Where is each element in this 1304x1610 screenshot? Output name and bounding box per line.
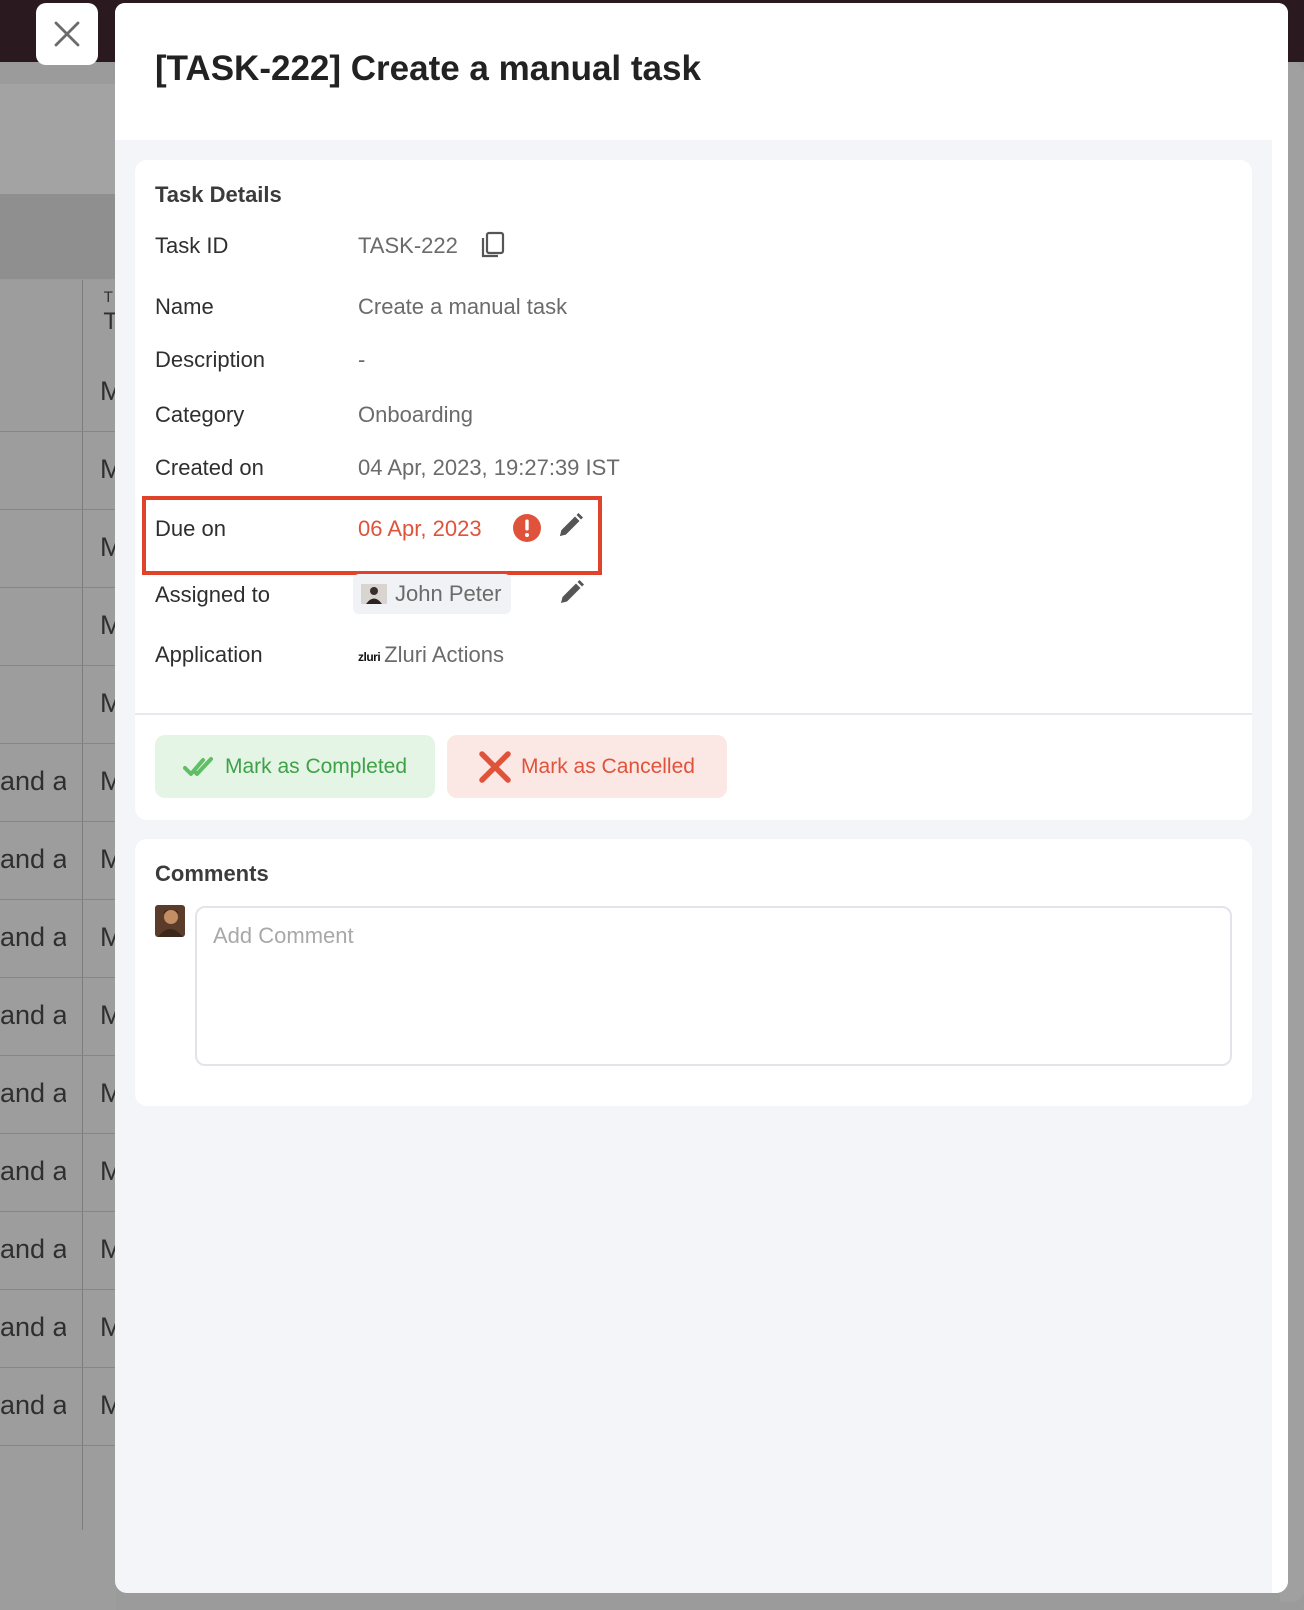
background-table-row: and a M xyxy=(0,976,116,1056)
comments-card: Comments xyxy=(135,839,1252,1106)
name-label: Name xyxy=(155,294,214,319)
background-cell: M xyxy=(100,610,116,640)
background-cell: M xyxy=(100,376,116,406)
close-icon xyxy=(54,21,80,47)
background-cell: M xyxy=(100,454,116,484)
background-table-row: M xyxy=(0,352,116,432)
task-details-heading: Task Details xyxy=(155,182,282,207)
background-band xyxy=(0,194,116,279)
background-cell: M xyxy=(100,1156,116,1186)
background-cell: and a xyxy=(0,1078,66,1108)
created-label: Created on xyxy=(155,455,264,480)
avatar xyxy=(361,584,387,604)
assignee-chip[interactable]: John Peter xyxy=(353,574,512,614)
background-cell: and a xyxy=(0,1390,66,1420)
name-row: Name Create a manual task xyxy=(155,294,1155,324)
task-id-value: TASK-222 xyxy=(358,233,458,258)
background-cell: and a xyxy=(0,1000,66,1030)
page-title: [TASK-222] Create a manual task xyxy=(155,49,701,88)
assigned-label: Assigned to xyxy=(155,582,270,607)
background-table-row: M xyxy=(0,664,116,744)
background-table-row: M xyxy=(0,586,116,666)
background-cell: M xyxy=(100,922,116,952)
background-band xyxy=(0,84,116,194)
background-table-row: and a M xyxy=(0,1132,116,1212)
task-id-label: Task ID xyxy=(155,233,229,258)
mark-completed-label: Mark as Completed xyxy=(224,754,408,778)
due-label: Due on xyxy=(155,516,226,541)
background-cell: and a xyxy=(0,1234,66,1264)
background-cell: M xyxy=(100,1000,116,1030)
background-cell: and a xyxy=(0,922,66,952)
comment-input[interactable] xyxy=(195,906,1232,1066)
background-table-row: M xyxy=(0,508,116,588)
background-cell: and a xyxy=(0,766,66,796)
background-table-row: M xyxy=(0,430,116,510)
mark-completed-button[interactable]: Mark as Completed xyxy=(155,735,435,798)
application-name: Zluri Actions xyxy=(384,642,504,667)
background-cell: M xyxy=(100,844,116,874)
mark-cancelled-label: Mark as Cancelled xyxy=(521,754,695,778)
mark-cancelled-button[interactable]: Mark as Cancelled xyxy=(447,735,727,798)
background-cell: and a xyxy=(0,1312,66,1342)
background-cell: M xyxy=(100,1390,116,1420)
task-id-row: Task ID TASK-222 xyxy=(155,231,1155,263)
background-cell: and a xyxy=(0,1156,66,1186)
background-cell: M xyxy=(100,1234,116,1264)
application-value: zluri Zluri Actions xyxy=(358,642,504,668)
pencil-icon[interactable] xyxy=(556,512,584,540)
alert-icon xyxy=(513,514,541,542)
background-table-row: and a M xyxy=(0,1210,116,1290)
background-table-row: and a M xyxy=(0,1054,116,1134)
scrollbar[interactable] xyxy=(1272,140,1288,1593)
description-row: Description - xyxy=(155,347,1155,377)
created-value: 04 Apr, 2023, 19:27:39 IST xyxy=(358,455,620,480)
assignee-name: John Peter xyxy=(395,581,502,606)
background-cell: M xyxy=(100,1312,116,1342)
application-row: Application zluri Zluri Actions xyxy=(155,642,1155,672)
background-header-text: T xyxy=(104,290,113,306)
zluri-logo: zluri xyxy=(358,649,381,664)
description-value: - xyxy=(358,347,366,372)
background-table-row: and a M xyxy=(0,898,116,978)
category-label: Category xyxy=(155,402,245,427)
description-label: Description xyxy=(155,347,266,372)
background-table-row: and a M xyxy=(0,1288,116,1368)
avatar xyxy=(155,905,185,937)
application-label: Application xyxy=(155,642,263,667)
due-row: Due on 06 Apr, 2023 xyxy=(155,513,1155,546)
background-cell: M xyxy=(100,1078,116,1108)
background-cell: M xyxy=(100,688,116,718)
task-drawer: [TASK-222] Create a manual task Task Det… xyxy=(115,3,1288,1593)
created-row: Created on 04 Apr, 2023, 19:27:39 IST xyxy=(155,455,1155,485)
category-row: Category Onboarding xyxy=(155,402,1155,432)
assigned-row: Assigned to John Peter xyxy=(155,574,1155,614)
pencil-icon[interactable] xyxy=(557,579,585,607)
divider xyxy=(135,713,1252,715)
background-table-row: and a M xyxy=(0,742,116,822)
comments-heading: Comments xyxy=(155,861,269,886)
drawer-header: [TASK-222] Create a manual task xyxy=(115,3,1288,140)
name-value: Create a manual task xyxy=(358,294,568,319)
category-value: Onboarding xyxy=(358,402,473,427)
background-cell: M xyxy=(100,766,116,796)
background-cell: M xyxy=(100,532,116,562)
background-table-row: and a M xyxy=(0,820,116,900)
background-table-row: and a M xyxy=(0,1366,116,1446)
x-icon xyxy=(479,750,511,783)
copy-icon[interactable] xyxy=(480,231,506,259)
due-value: 06 Apr, 2023 xyxy=(358,516,482,541)
task-details-card: Task Details Task ID TASK-222 Name Creat… xyxy=(135,160,1252,820)
checkmark-double-icon xyxy=(182,756,213,776)
background-cell: and a xyxy=(0,844,66,874)
close-button[interactable] xyxy=(36,3,98,65)
